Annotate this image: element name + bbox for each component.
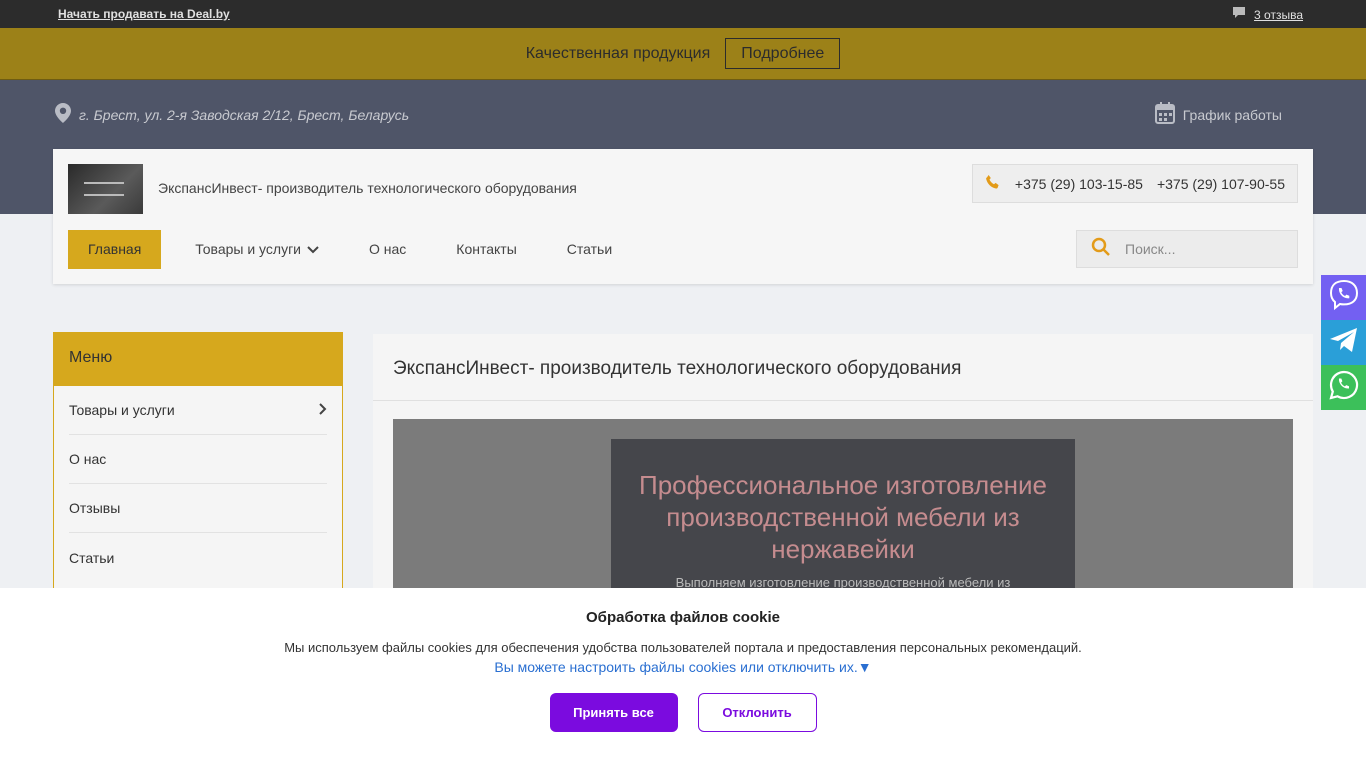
cookie-banner: Обработка файлов cookie Мы используем фа… [0, 588, 1366, 768]
company-name: ЭкспансИнвест- производитель технологиче… [158, 180, 577, 196]
location-pin-icon [55, 103, 71, 126]
address-text: г. Брест, ул. 2-я Заводская 2/12, Брест,… [79, 106, 410, 123]
promo-banner: Качественная продукция Подробнее [0, 28, 1366, 80]
cookie-title: Обработка файлов cookie [586, 609, 780, 626]
sidebar-item-label: Отзывы [69, 500, 121, 516]
phone-2[interactable]: +375 (29) 107-90-55 [1157, 176, 1285, 192]
sidebar-item-label: О нас [69, 451, 107, 467]
main-nav: Главная Товары и услуги О нас Контакты С… [68, 230, 642, 269]
nav-label: Статьи [566, 241, 613, 257]
telegram-button[interactable] [1321, 320, 1366, 365]
nav-label: Главная [88, 241, 142, 257]
nav-label: Товары и услуги [195, 241, 301, 257]
nav-item-articles[interactable]: Статьи [547, 230, 632, 269]
banner-slider[interactable]: Профессиональное изготовление производст… [393, 419, 1293, 609]
viber-icon [1328, 279, 1360, 316]
header-card: ЭкспансИнвест- производитель технологиче… [53, 149, 1313, 284]
search-icon[interactable] [1091, 237, 1111, 262]
nav-item-home[interactable]: Главная [68, 230, 162, 269]
sidebar-item-reviews[interactable]: Отзывы [69, 484, 327, 533]
comment-icon [1232, 6, 1246, 23]
menu-list: Товары и услуги О нас Отзывы Статьи [54, 386, 342, 582]
cookie-text: Мы используем файлы cookies для обеспече… [284, 640, 1082, 655]
main-content: ЭкспансИнвест- производитель технологиче… [373, 334, 1313, 614]
address: г. Брест, ул. 2-я Заводская 2/12, Брест,… [55, 103, 409, 126]
chevron-down-icon [307, 230, 319, 269]
cookie-settings-link[interactable]: Вы можете настроить файлы cookies или от… [0, 659, 1366, 675]
phone-icon [985, 174, 1001, 193]
slide-title: Профессиональное изготовление производст… [639, 470, 1047, 564]
sidebar-item-about[interactable]: О нас [69, 435, 327, 484]
reviews-link[interactable]: 3 отзыва [1232, 6, 1303, 23]
logo-mark [84, 182, 124, 196]
promo-text: Качественная продукция [525, 44, 711, 62]
reviews-count: 3 отзыва [1254, 7, 1303, 22]
whatsapp-button[interactable] [1321, 365, 1366, 410]
nav-item-about[interactable]: О нас [349, 230, 426, 269]
schedule-link[interactable]: График работы [1154, 102, 1282, 127]
top-bar: Начать продавать на Deal.by 3 отзыва [0, 0, 1366, 28]
chevron-right-icon [319, 402, 327, 418]
sidebar-item-products[interactable]: Товары и услуги [69, 386, 327, 435]
sidebar-item-label: Товары и услуги [69, 402, 175, 418]
decline-button[interactable]: Отклонить [697, 693, 817, 732]
nav-item-products[interactable]: Товары и услуги [175, 230, 339, 269]
phone-1[interactable]: +375 (29) 103-15-85 [1015, 176, 1143, 192]
divider [373, 400, 1313, 401]
cookie-buttons: Принять все Отклонить [0, 693, 1366, 732]
accept-all-button[interactable]: Принять все [549, 693, 678, 732]
company-logo[interactable] [68, 164, 143, 214]
viber-button[interactable] [1321, 275, 1366, 320]
sidebar-menu: Меню Товары и услуги О нас Отзывы Статьи [53, 332, 343, 612]
menu-title: Меню [54, 332, 342, 386]
slide-caption: Профессиональное изготовление производст… [611, 439, 1075, 609]
phone-block[interactable]: +375 (29) 103-15-85 +375 (29) 107-90-55 [971, 164, 1298, 203]
nav-label: О нас [369, 241, 407, 257]
start-selling-link[interactable]: Начать продавать на Deal.by [58, 7, 230, 21]
schedule-label: График работы [1182, 106, 1282, 123]
page-title: ЭкспансИнвест- производитель технологиче… [393, 358, 962, 379]
search-input[interactable] [1125, 241, 1275, 257]
calendar-icon [1154, 102, 1175, 127]
whatsapp-icon [1328, 369, 1360, 406]
telegram-icon [1329, 326, 1359, 359]
nav-label: Контакты [456, 241, 517, 257]
nav-item-contacts[interactable]: Контакты [436, 230, 536, 269]
sidebar-item-label: Статьи [69, 549, 115, 566]
promo-more-button[interactable]: Подробнее [725, 38, 841, 69]
sidebar-item-articles[interactable]: Статьи [69, 533, 327, 582]
search-box[interactable] [1076, 230, 1298, 268]
